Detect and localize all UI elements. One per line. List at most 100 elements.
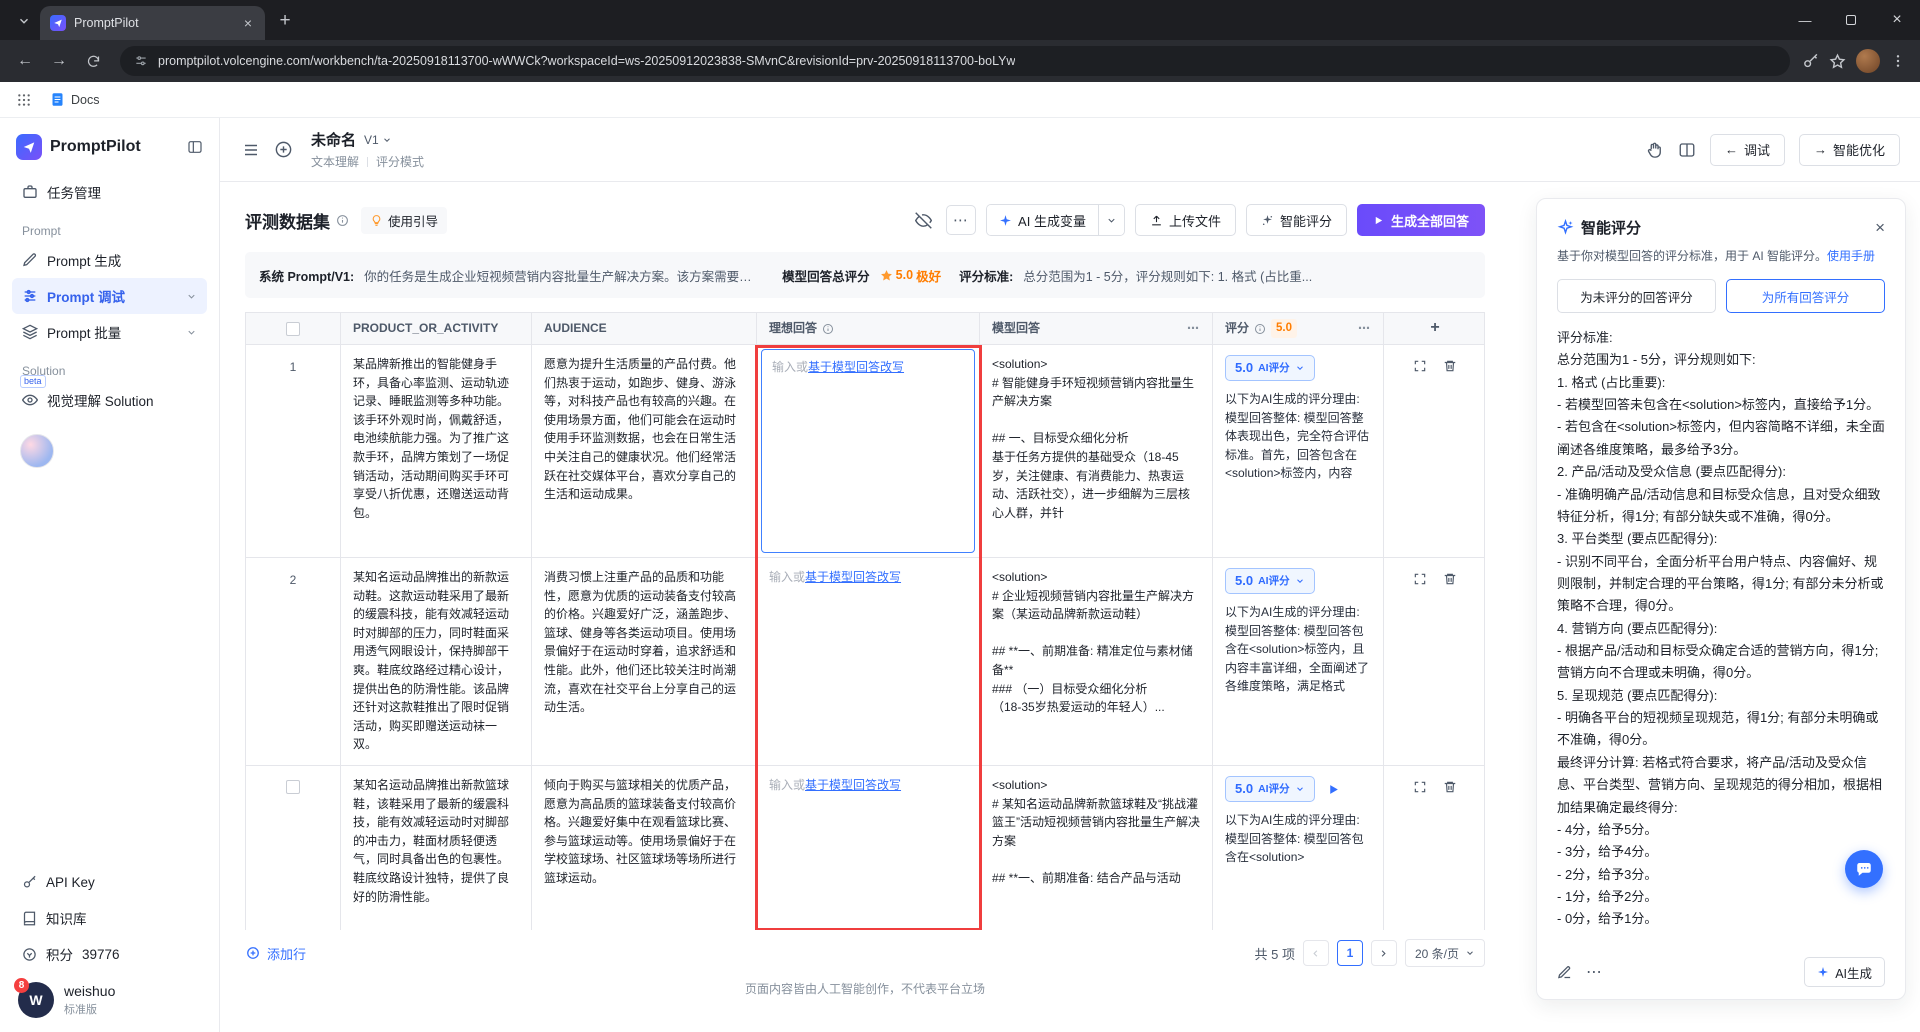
- score-unscored-tab[interactable]: 为未评分的回答评分: [1557, 279, 1716, 313]
- back-button[interactable]: ←: [10, 46, 40, 76]
- page-size-select[interactable]: 20 条/页: [1405, 939, 1485, 967]
- sidebar-item-vision-solution[interactable]: beta 视觉理解 Solution: [12, 382, 207, 418]
- layout-columns-icon[interactable]: [1678, 141, 1696, 159]
- close-panel-icon[interactable]: ×: [1875, 219, 1885, 236]
- mode-text-understanding: 文本理解: [311, 153, 359, 170]
- info-icon[interactable]: [822, 323, 834, 335]
- product-cell[interactable]: 某知名运动品牌推出的新款运动鞋。这款运动鞋采用了最新的缓震科技，能有效减轻运动时…: [341, 558, 532, 765]
- delete-row-icon[interactable]: [1443, 780, 1457, 794]
- reload-button[interactable]: [78, 46, 108, 76]
- feedback-hand-icon[interactable]: [1646, 141, 1664, 159]
- chevron-down-icon[interactable]: [186, 327, 197, 338]
- audience-cell[interactable]: 消费习惯上注重产品的品质和功能性，愿意为优质的运动装备支付较高的价格。兴趣爱好广…: [532, 558, 757, 765]
- system-prompt-bar[interactable]: 系统 Prompt/V1: 你的任务是生成企业短视频营销内容批量生产解决方案。该…: [245, 252, 1485, 298]
- score-dropdown[interactable]: 5.0 AI评分: [1225, 568, 1315, 594]
- more-actions-button[interactable]: ⋯: [946, 205, 976, 235]
- add-circle-icon[interactable]: [274, 140, 293, 159]
- ai-var-dropdown-chevron[interactable]: [1098, 205, 1124, 235]
- chevron-down-icon[interactable]: [186, 291, 197, 302]
- maximize-button[interactable]: [1828, 0, 1874, 40]
- score-column-menu-icon[interactable]: ⋯: [1358, 319, 1371, 338]
- sidebar-item-task-management[interactable]: 任务管理: [12, 174, 207, 210]
- site-info-icon[interactable]: [134, 54, 148, 68]
- criteria-label: 评分标准:: [959, 266, 1013, 285]
- generate-all-answers-button[interactable]: 生成全部回答: [1357, 204, 1485, 236]
- user-manual-link[interactable]: 使用手册: [1827, 249, 1875, 263]
- bookmark-docs[interactable]: Docs: [50, 92, 99, 107]
- model-answer-cell[interactable]: <solution> # 智能健身手环短视频营销内容批量生产解决方案 ## 一、…: [980, 345, 1213, 557]
- browser-profile-avatar[interactable]: [1856, 49, 1880, 73]
- score-dropdown[interactable]: 5.0 AI评分: [1225, 355, 1315, 381]
- info-icon[interactable]: [336, 214, 349, 227]
- delete-row-icon[interactable]: [1443, 572, 1457, 586]
- chevron-down-icon: [1295, 784, 1305, 794]
- bookmark-star-icon[interactable]: [1829, 53, 1846, 70]
- audience-cell[interactable]: 愿意为提升生活质量的产品付费。他们热衷于运动，如跑步、健身、游泳等，对科技产品也…: [532, 345, 757, 557]
- tab-close-icon[interactable]: ×: [239, 14, 257, 32]
- model-column-menu-icon[interactable]: ⋯: [1187, 319, 1200, 338]
- ai-generate-button[interactable]: AI生成: [1804, 957, 1885, 987]
- score-dropdown[interactable]: 5.0 AI评分: [1225, 776, 1315, 802]
- forward-button[interactable]: →: [44, 46, 74, 76]
- arrow-left-icon: ←: [1725, 142, 1738, 157]
- assistant-avatar[interactable]: [20, 434, 54, 468]
- expand-row-icon[interactable]: [1413, 780, 1427, 794]
- rewrite-from-model-link[interactable]: 基于模型回答改写: [805, 570, 901, 584]
- browser-tab[interactable]: PromptPilot ×: [40, 6, 265, 40]
- apps-grid-icon[interactable]: [16, 92, 32, 108]
- edit-pencil-icon[interactable]: [1557, 965, 1572, 980]
- next-page-button[interactable]: [1371, 940, 1397, 966]
- expand-row-icon[interactable]: [1413, 359, 1427, 373]
- ideal-answer-editor[interactable]: 输入或基于模型回答改写: [761, 349, 975, 553]
- sidebar-item-prompt-generate[interactable]: Prompt 生成: [12, 242, 207, 278]
- usage-guide-button[interactable]: 使用引导: [361, 207, 447, 234]
- rewrite-from-model-link[interactable]: 基于模型回答改写: [805, 778, 901, 792]
- add-column-button[interactable]: +: [1384, 313, 1485, 344]
- browser-menu-icon[interactable]: [1890, 53, 1906, 69]
- scoring-criteria-editor[interactable]: 评分标准: 总分范围为1 - 5分，评分规则如下: 1. 格式 (占比重要): …: [1557, 327, 1885, 947]
- audience-cell[interactable]: 倾向于购买与篮球相关的优质产品，愿意为高品质的篮球装备支付较高价格。兴趣爱好集中…: [532, 766, 757, 930]
- chat-support-button[interactable]: [1845, 850, 1883, 888]
- debug-button[interactable]: ← 调试: [1710, 134, 1785, 166]
- page-number[interactable]: 1: [1337, 940, 1363, 966]
- prev-page-button[interactable]: [1303, 940, 1329, 966]
- delete-row-icon[interactable]: [1443, 359, 1457, 373]
- ai-generate-variables-main[interactable]: AI 生成变量: [987, 205, 1098, 235]
- sidebar-item-prompt-debug[interactable]: Prompt 调试: [12, 278, 207, 314]
- model-answer-cell[interactable]: <solution> # 企业短视频营销内容批量生产解决方案（某运动品牌新款运动…: [980, 558, 1213, 765]
- score-reason: 以下为AI生成的评分理由: 模型回答整体: 模型回答包含在<solution>标…: [1225, 603, 1371, 696]
- password-key-icon[interactable]: [1802, 53, 1819, 70]
- smart-optimize-button[interactable]: → 智能优化: [1799, 134, 1900, 166]
- expand-row-icon[interactable]: [1413, 572, 1427, 586]
- rewrite-from-model-link[interactable]: 基于模型回答改写: [808, 360, 904, 374]
- row-checkbox[interactable]: [286, 780, 300, 794]
- select-all-checkbox[interactable]: [286, 322, 300, 336]
- product-cell[interactable]: 某品牌新推出的智能健身手环，具备心率监测、运动轨迹记录、睡眠监测等多种功能。该手…: [341, 345, 532, 557]
- minimize-button[interactable]: —: [1782, 0, 1828, 40]
- sidebar-collapse-icon[interactable]: [187, 139, 203, 155]
- smart-score-button[interactable]: 智能评分: [1246, 204, 1347, 236]
- ideal-answer-cell[interactable]: 输入或基于模型回答改写: [757, 766, 980, 930]
- close-window-button[interactable]: ×: [1874, 0, 1920, 40]
- upload-file-button[interactable]: 上传文件: [1135, 204, 1236, 236]
- product-cell[interactable]: 某知名运动品牌推出新款篮球鞋，该鞋采用了最新的缓震科技，能有效减轻运动时对脚部的…: [341, 766, 532, 930]
- score-all-tab[interactable]: 为所有回答评分: [1726, 279, 1885, 313]
- sidebar-item-prompt-batch[interactable]: Prompt 批量: [12, 314, 207, 350]
- user-account[interactable]: W 8 weishuo 标准版: [12, 972, 207, 1020]
- new-tab-button[interactable]: +: [271, 7, 299, 35]
- sidebar-item-knowledge-base[interactable]: 知识库: [12, 900, 207, 936]
- url-bar[interactable]: promptpilot.volcengine.com/workbench/ta-…: [120, 46, 1790, 76]
- ideal-answer-cell[interactable]: 输入或基于模型回答改写: [757, 558, 980, 765]
- hide-column-eye-off-icon[interactable]: [911, 208, 936, 233]
- add-row-button[interactable]: 添加行: [245, 944, 306, 963]
- run-score-play-icon[interactable]: [1323, 778, 1345, 800]
- tab-search-button[interactable]: [10, 7, 38, 35]
- sidebar-item-api-key[interactable]: API Key: [12, 864, 207, 900]
- ideal-answer-cell[interactable]: 输入或基于模型回答改写: [757, 345, 980, 557]
- menu-icon[interactable]: [242, 141, 260, 159]
- info-icon[interactable]: [1254, 323, 1266, 335]
- version-selector[interactable]: V1: [364, 133, 392, 147]
- panel-more-icon[interactable]: ⋯: [1586, 962, 1603, 982]
- sidebar-item-points[interactable]: 积分 39776: [12, 936, 207, 972]
- model-answer-cell[interactable]: <solution> # 某知名运动品牌新款篮球鞋及“挑战灌篮王”活动短视频营销…: [980, 766, 1213, 930]
